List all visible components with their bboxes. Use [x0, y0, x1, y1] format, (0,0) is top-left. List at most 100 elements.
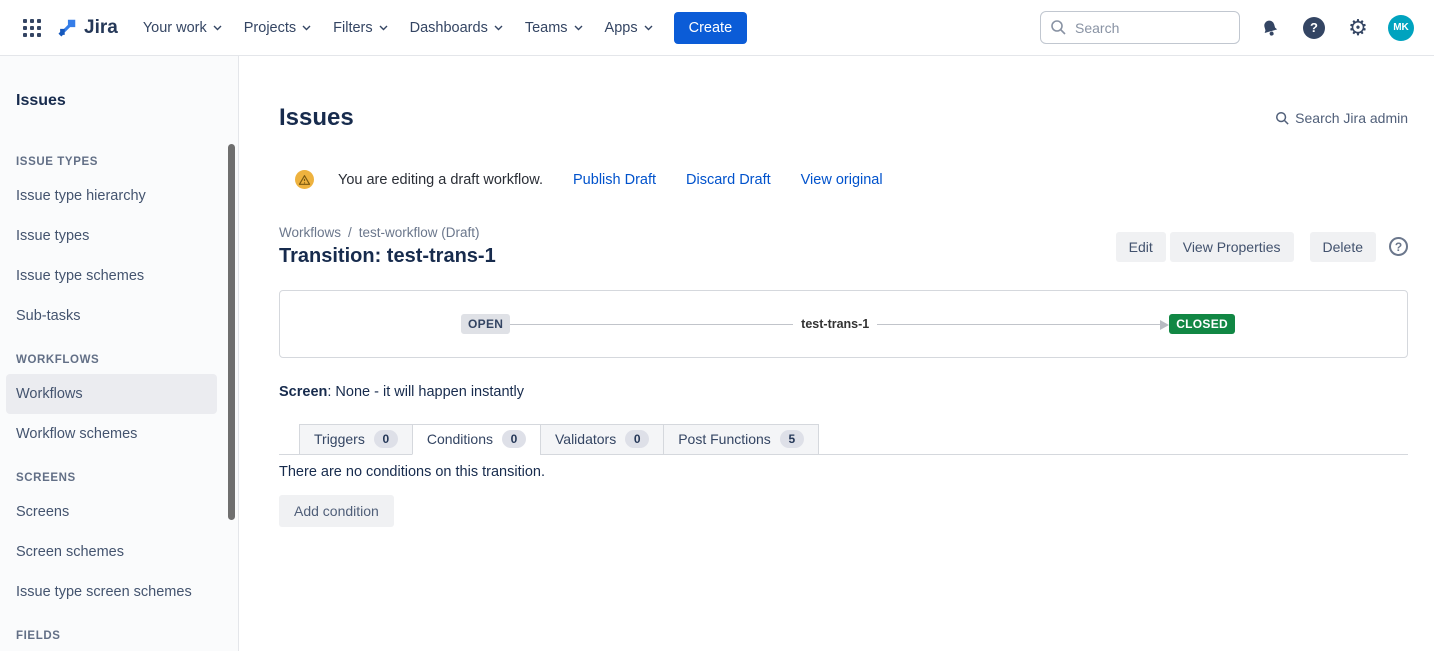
sidebar-scrollbar[interactable]	[228, 144, 235, 520]
jira-logo-icon	[56, 17, 78, 39]
tab-label: Post Functions	[678, 431, 771, 447]
publish-draft-link[interactable]: Publish Draft	[573, 172, 656, 188]
help-question-glyph: ?	[1303, 17, 1325, 39]
sidebar-item-label: Screens	[16, 504, 69, 520]
transition-title: Transition: test-trans-1	[279, 245, 496, 268]
add-condition-button[interactable]: Add condition	[279, 495, 394, 527]
nav-your-work-label: Your work	[143, 20, 207, 36]
chevron-down-icon	[574, 25, 583, 31]
breadcrumb-workflows-link[interactable]: Workflows	[279, 225, 341, 240]
nav-filters[interactable]: Filters	[322, 12, 398, 44]
transition-header: Workflows / test-workflow (Draft) Transiti…	[279, 225, 1408, 268]
nav-filters-label: Filters	[333, 20, 372, 36]
nav-your-work[interactable]: Your work	[132, 12, 233, 44]
breadcrumb-current: test-workflow (Draft)	[359, 225, 480, 240]
transition-header-left: Workflows / test-workflow (Draft) Transiti…	[279, 225, 496, 268]
user-avatar[interactable]: MK	[1388, 15, 1414, 41]
sidebar-item-workflows[interactable]: Workflows	[6, 374, 217, 414]
sidebar-item-label: Workflows	[16, 386, 83, 402]
page-shell: Issues ISSUE TYPES Issue type hierarchy …	[0, 56, 1434, 651]
sidebar-item-sub-tasks[interactable]: Sub-tasks	[0, 296, 238, 336]
settings-gear-icon[interactable]: ⚙	[1344, 14, 1372, 42]
bell-icon	[1258, 15, 1283, 40]
tab-count-badge: 0	[625, 430, 649, 448]
breadcrumb: Workflows / test-workflow (Draft)	[279, 225, 496, 240]
sidebar-item-screens[interactable]: Screens	[0, 492, 238, 532]
discard-draft-link[interactable]: Discard Draft	[686, 172, 771, 188]
tab-count-badge: 0	[502, 430, 526, 448]
sidebar-section-workflows: WORKFLOWS	[16, 354, 238, 366]
nav-projects-label: Projects	[244, 20, 296, 36]
grid-icon	[23, 19, 41, 37]
tab-triggers[interactable]: Triggers 0	[299, 424, 413, 455]
diagram-line-left	[510, 324, 793, 325]
delete-button[interactable]: Delete	[1310, 232, 1376, 262]
tab-post-functions[interactable]: Post Functions 5	[663, 424, 819, 455]
sidebar-item-screen-schemes[interactable]: Screen schemes	[0, 532, 238, 572]
transition-diagram: OPEN test-trans-1 CLOSED	[279, 290, 1408, 358]
tab-count-badge: 0	[374, 430, 398, 448]
chevron-down-icon	[302, 25, 311, 31]
edit-button[interactable]: Edit	[1116, 232, 1166, 262]
sidebar-item-workflow-schemes[interactable]: Workflow schemes	[0, 414, 238, 454]
draft-message: You are editing a draft workflow.	[338, 172, 543, 188]
sidebar-item-issue-type-schemes[interactable]: Issue type schemes	[0, 256, 238, 296]
chevron-down-icon	[494, 25, 503, 31]
tab-validators[interactable]: Validators 0	[540, 424, 664, 455]
sidebar-item-issue-type-screen-schemes[interactable]: Issue type screen schemes	[0, 572, 238, 612]
sidebar-item-label: Issue type screen schemes	[16, 584, 192, 600]
sidebar-section-screens: SCREENS	[16, 472, 238, 484]
sidebar-item-label: Sub-tasks	[16, 308, 80, 324]
sidebar-item-issue-type-hierarchy[interactable]: Issue type hierarchy	[0, 176, 238, 216]
gear-glyph: ⚙	[1348, 17, 1368, 39]
page-title: Issues	[279, 104, 354, 132]
sidebar-item-label: Screen schemes	[16, 544, 124, 560]
breadcrumb-separator: /	[348, 225, 352, 240]
jira-logo-text: Jira	[84, 17, 118, 39]
status-closed-lozenge: CLOSED	[1169, 314, 1235, 334]
view-original-link[interactable]: View original	[801, 172, 883, 188]
help-circle-icon[interactable]: ?	[1389, 237, 1408, 256]
nav-dashboards[interactable]: Dashboards	[399, 12, 514, 44]
nav-projects[interactable]: Projects	[233, 12, 322, 44]
sidebar-item-label: Issue type hierarchy	[16, 188, 146, 204]
tab-count-badge: 5	[780, 430, 804, 448]
screen-value: : None - it will happen instantly	[327, 384, 524, 400]
create-button[interactable]: Create	[674, 12, 748, 44]
search-icon	[1275, 111, 1289, 125]
sidebar-item-label: Workflow schemes	[16, 426, 137, 442]
jira-logo[interactable]: Jira	[56, 17, 118, 39]
main-content: Issues Search Jira admin You are editing…	[239, 56, 1434, 651]
chevron-down-icon	[379, 25, 388, 31]
notifications-bell-icon[interactable]	[1256, 14, 1284, 42]
nav-teams[interactable]: Teams	[514, 12, 594, 44]
status-open-lozenge: OPEN	[461, 314, 510, 334]
no-conditions-message: There are no conditions on this transiti…	[279, 464, 1408, 480]
search-input[interactable]	[1040, 11, 1240, 44]
topnav-left: Jira Your work Projects Filters Dashboar…	[16, 12, 747, 44]
sidebar-item-issue-types[interactable]: Issue types	[0, 216, 238, 256]
chevron-down-icon	[644, 25, 653, 31]
tab-label: Validators	[555, 431, 616, 447]
nav-apps[interactable]: Apps	[594, 12, 664, 44]
transition-toolbar: Edit View Properties Delete ?	[1116, 232, 1408, 262]
primary-nav: Your work Projects Filters Dashboards Te…	[132, 12, 664, 44]
top-navigation: Jira Your work Projects Filters Dashboar…	[0, 0, 1434, 56]
diagram-line-right-arrow	[877, 324, 1160, 325]
warning-icon	[295, 170, 314, 189]
warning-triangle-icon	[298, 174, 311, 186]
nav-teams-label: Teams	[525, 20, 568, 36]
tab-conditions[interactable]: Conditions 0	[412, 424, 541, 455]
view-properties-button[interactable]: View Properties	[1170, 232, 1294, 262]
chevron-down-icon	[213, 25, 222, 31]
search-jira-admin[interactable]: Search Jira admin	[1275, 110, 1408, 126]
sidebar-section-fields: FIELDS	[16, 630, 238, 642]
app-switcher-grid-icon[interactable]	[16, 12, 48, 44]
tab-label: Triggers	[314, 431, 365, 447]
nav-dashboards-label: Dashboards	[410, 20, 488, 36]
help-icon[interactable]: ?	[1300, 14, 1328, 42]
tab-label: Conditions	[427, 431, 493, 447]
sidebar-item-label: Issue types	[16, 228, 89, 244]
sidebar-section-issue-types: ISSUE TYPES	[16, 156, 238, 168]
nav-apps-label: Apps	[605, 20, 638, 36]
